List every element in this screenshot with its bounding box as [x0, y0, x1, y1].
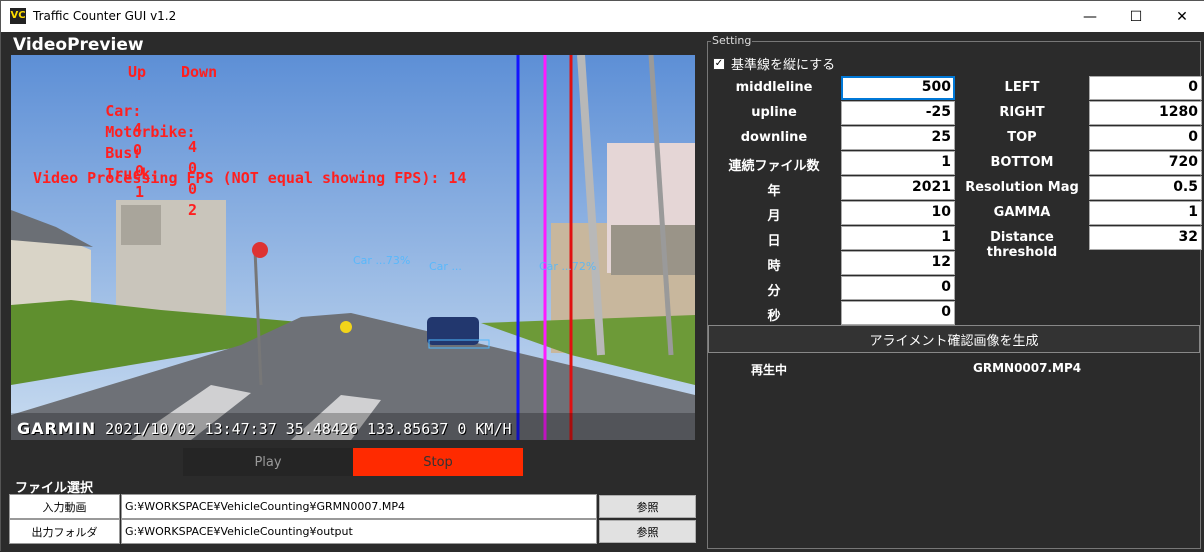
input-video-path-field[interactable]: G:¥WORKSPACE¥VehicleCounting¥GRMN0007.MP…	[121, 494, 597, 519]
gamma-label: GAMMA	[993, 205, 1051, 220]
second-label: 秒	[767, 309, 781, 324]
top-bound-input[interactable]: 0	[1089, 126, 1202, 150]
detection-label: Car ...72%	[539, 260, 597, 273]
generate-alignment-image-button[interactable]: アライメント確認画像を生成	[708, 325, 1200, 353]
output-browse-button[interactable]: 参照	[599, 520, 696, 543]
video-preview: Car ...73% Car ... Car ...72% Up Down Ca…	[11, 55, 695, 440]
garmin-caption: GARMIN 2021/10/02 13:47:37 35.48426 133.…	[17, 419, 512, 438]
right-bound-input[interactable]: 1280	[1089, 101, 1202, 125]
setting-group-label: Setting	[711, 34, 753, 47]
garmin-brand: GARMIN	[17, 419, 97, 438]
maximize-button[interactable]: ☐	[1113, 1, 1159, 32]
overlay-row-down: 2	[188, 201, 198, 219]
day-label: 日	[767, 234, 781, 249]
hour-input[interactable]: 12	[841, 251, 955, 275]
app-window: VC Traffic Counter GUI v1.2 — ☐ ✕ VideoP…	[0, 0, 1204, 552]
top-bound-label: TOP	[1007, 130, 1037, 145]
file-count-label: 連続ファイル数	[728, 159, 820, 174]
month-input[interactable]: 10	[841, 201, 955, 225]
year-input[interactable]: 2021	[841, 176, 955, 200]
detected-car	[427, 317, 479, 345]
distance-threshold-label: Distance threshold	[986, 230, 1058, 260]
play-button[interactable]: Play	[183, 448, 353, 476]
year-label: 年	[767, 184, 781, 199]
resolution-mag-input[interactable]: 0.5	[1089, 176, 1202, 200]
second-input[interactable]: 0	[841, 301, 955, 325]
status-label: 再生中	[751, 363, 788, 377]
app-logo-icon: VC	[10, 8, 26, 24]
bottom-bound-label: BOTTOM	[990, 155, 1054, 170]
close-button[interactable]: ✕	[1159, 1, 1204, 32]
overlay-fps: Video Processing FPS (NOT equal showing …	[33, 169, 467, 187]
vertical-line-checkbox-label: 基準線を縦にする	[731, 58, 836, 73]
month-label: 月	[767, 209, 781, 224]
left-pane: VideoPreview Car ...73% Car ... Car ...7…	[1, 32, 705, 552]
input-video-row: 入力動画 G:¥WORKSPACE¥VehicleCounting¥GRMN00…	[9, 494, 697, 519]
status-file: GRMN0007.MP4	[973, 361, 1082, 375]
overlay-down-header: Down	[181, 63, 218, 81]
minimize-button[interactable]: —	[1067, 1, 1113, 32]
middleline-input[interactable]: 500	[841, 76, 955, 100]
road-sign	[252, 242, 268, 258]
bottom-bound-input[interactable]: 720	[1089, 151, 1202, 175]
hour-label: 時	[767, 259, 781, 274]
building-window-right	[611, 225, 695, 275]
window-title: Traffic Counter GUI v1.2	[33, 9, 177, 23]
detection-label: Car ...73%	[353, 254, 411, 267]
garmin-info: 2021/10/02 13:47:37 35.48426 133.85637 0…	[105, 420, 512, 438]
right-pane: Setting ✓ 基準線を縦にする middleline 500 upline…	[705, 32, 1204, 552]
title-bar: VC Traffic Counter GUI v1.2 — ☐ ✕	[1, 1, 1204, 32]
vertical-line-checkbox[interactable]: ✓	[713, 57, 725, 70]
gamma-input[interactable]: 1	[1089, 201, 1202, 225]
left-bound-input[interactable]: 0	[1089, 76, 1202, 100]
output-folder-label: 出力フォルダ	[9, 519, 120, 544]
video-preview-heading: VideoPreview	[13, 35, 144, 55]
yellow-sign	[340, 321, 352, 333]
detection-label: Car ...	[429, 260, 462, 273]
minute-input[interactable]: 0	[841, 276, 955, 300]
distance-threshold-input[interactable]: 32	[1089, 226, 1202, 250]
stop-button[interactable]: Stop	[353, 448, 523, 476]
input-video-label: 入力動画	[9, 494, 120, 519]
file-count-input[interactable]: 1	[841, 151, 955, 175]
right-bound-label: RIGHT	[999, 105, 1045, 120]
overlay-row-truck: Truck: 1 2	[33, 147, 197, 237]
upline-input[interactable]: -25	[841, 101, 955, 125]
output-folder-path-field[interactable]: G:¥WORKSPACE¥VehicleCounting¥output	[121, 519, 597, 544]
input-browse-button[interactable]: 参照	[599, 495, 696, 518]
vertical-line-checkbox-row[interactable]: ✓ 基準線を縦にする	[713, 54, 835, 73]
left-bound-label: LEFT	[1004, 80, 1040, 95]
output-folder-row: 出力フォルダ G:¥WORKSPACE¥VehicleCounting¥outp…	[9, 519, 697, 544]
overlay-up-header: Up	[128, 63, 147, 81]
middleline-label: middleline	[735, 80, 813, 95]
minute-label: 分	[767, 284, 781, 299]
downline-input[interactable]: 25	[841, 126, 955, 150]
day-input[interactable]: 1	[841, 226, 955, 250]
resolution-mag-label: Resolution Mag	[965, 180, 1079, 195]
upline-label: upline	[751, 105, 797, 120]
downline-label: downline	[740, 130, 808, 145]
